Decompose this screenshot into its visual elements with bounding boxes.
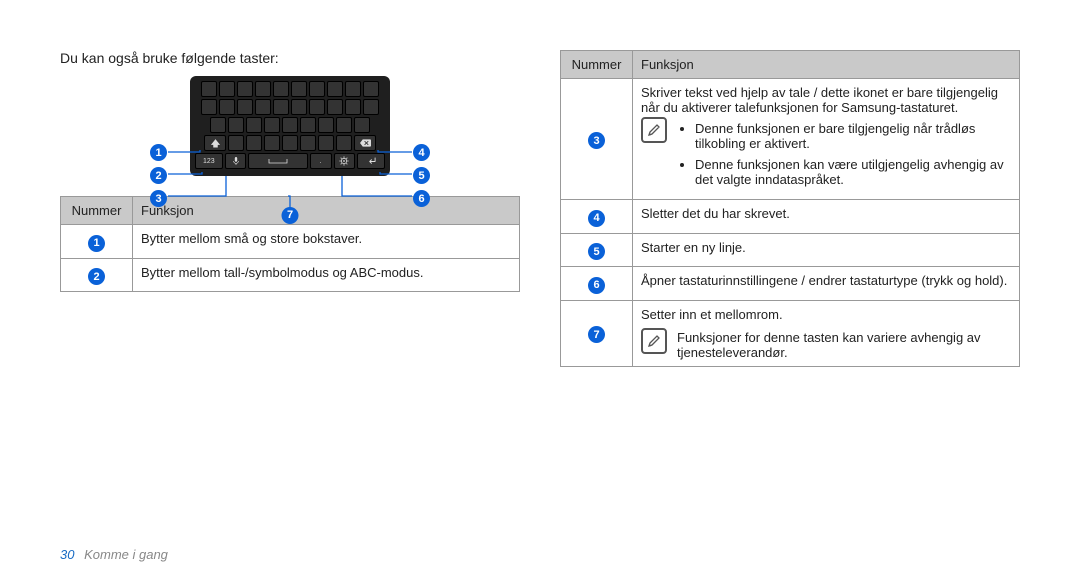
table-row: 5 Starter en ny linje. — [561, 233, 1020, 267]
backspace-icon — [360, 139, 371, 147]
row-text: Bytter mellom tall-/symbolmodus og ABC-m… — [133, 258, 520, 292]
mode-key: 123 — [195, 153, 223, 169]
keyboard-graphic: 123 . — [190, 76, 390, 176]
shift-up-arrow-icon — [211, 139, 220, 148]
right-column: Nummer Funksjon 3 Skriver tekst ved hjel… — [560, 50, 1020, 367]
right-function-table: Nummer Funksjon 3 Skriver tekst ved hjel… — [560, 50, 1020, 367]
note-bullet: Denne funksjonen kan være utilgjengelig … — [695, 157, 1011, 187]
callout-4: 4 — [413, 144, 430, 161]
note-text: Funksjoner for denne tasten kan variere … — [677, 326, 1011, 360]
enter-icon — [366, 157, 377, 166]
section-title: Komme i gang — [84, 547, 168, 562]
table-row: 3 Skriver tekst ved hjelp av tale / dett… — [561, 79, 1020, 200]
intro-text: Du kan også bruke følgende taster: — [60, 50, 520, 66]
space-bar-icon — [267, 158, 289, 164]
row-num: 6 — [588, 277, 605, 294]
row-num: 2 — [88, 268, 105, 285]
row-num: 1 — [88, 235, 105, 252]
note-list: Denne funksjonen er bare tilgjengelig nå… — [695, 121, 1011, 193]
backspace-key — [354, 135, 376, 151]
pencil-note-icon — [647, 334, 661, 348]
shift-key — [204, 135, 226, 151]
bottom-callout: 7 — [282, 206, 299, 224]
pencil-note-icon — [647, 123, 661, 137]
left-column: Du kan også bruke følgende taster: — [60, 50, 520, 367]
row-num: 4 — [588, 210, 605, 227]
row-text: Bytter mellom små og store bokstaver. — [133, 225, 520, 259]
gear-icon — [339, 156, 349, 166]
callout-2: 2 — [150, 167, 167, 184]
row-lead: Setter inn et mellomrom. — [641, 307, 1011, 322]
page-footer: 30 Komme i gang — [60, 547, 168, 562]
right-callouts: 4 5 6 — [413, 144, 430, 207]
callout-7: 7 — [282, 207, 299, 224]
keyboard-diagram: 123 . — [110, 76, 470, 176]
table-row: 7 Setter inn et mellomrom. Funksjoner fo… — [561, 300, 1020, 366]
row-text: Starter en ny linje. — [633, 233, 1020, 267]
table-row: 2 Bytter mellom tall-/symbolmodus og ABC… — [61, 258, 520, 292]
note-icon — [641, 328, 667, 354]
row-num: 7 — [588, 326, 605, 343]
mic-key — [225, 153, 247, 169]
enter-key — [357, 153, 385, 169]
table-header-fn: Funksjon — [633, 51, 1020, 79]
note-bullet: Denne funksjonen er bare tilgjengelig nå… — [695, 121, 1011, 151]
row-text: Åpner tastaturinnstillingene / endrer ta… — [633, 267, 1020, 301]
page-number: 30 — [60, 547, 74, 562]
row-text: Sletter det du har skrevet. — [633, 200, 1020, 234]
space-key — [248, 153, 307, 169]
table-header-num: Nummer — [561, 51, 633, 79]
callout-5: 5 — [413, 167, 430, 184]
table-row: 6 Åpner tastaturinnstillingene / endrer … — [561, 267, 1020, 301]
table-header-num: Nummer — [61, 197, 133, 225]
dot-key: . — [310, 153, 332, 169]
callout-3: 3 — [150, 190, 167, 207]
settings-key — [334, 153, 356, 169]
callout-6: 6 — [413, 190, 430, 207]
callout-1: 1 — [150, 144, 167, 161]
table-header-fn: Funksjon — [133, 197, 520, 225]
table-row: 4 Sletter det du har skrevet. — [561, 200, 1020, 234]
table-row: 1 Bytter mellom små og store bokstaver. — [61, 225, 520, 259]
row-num: 5 — [588, 243, 605, 260]
note-icon — [641, 117, 667, 143]
row-lead: Skriver tekst ved hjelp av tale / dette … — [641, 85, 1011, 115]
microphone-icon — [232, 156, 240, 166]
left-callouts: 1 2 3 — [150, 144, 167, 207]
row-num: 3 — [588, 132, 605, 149]
